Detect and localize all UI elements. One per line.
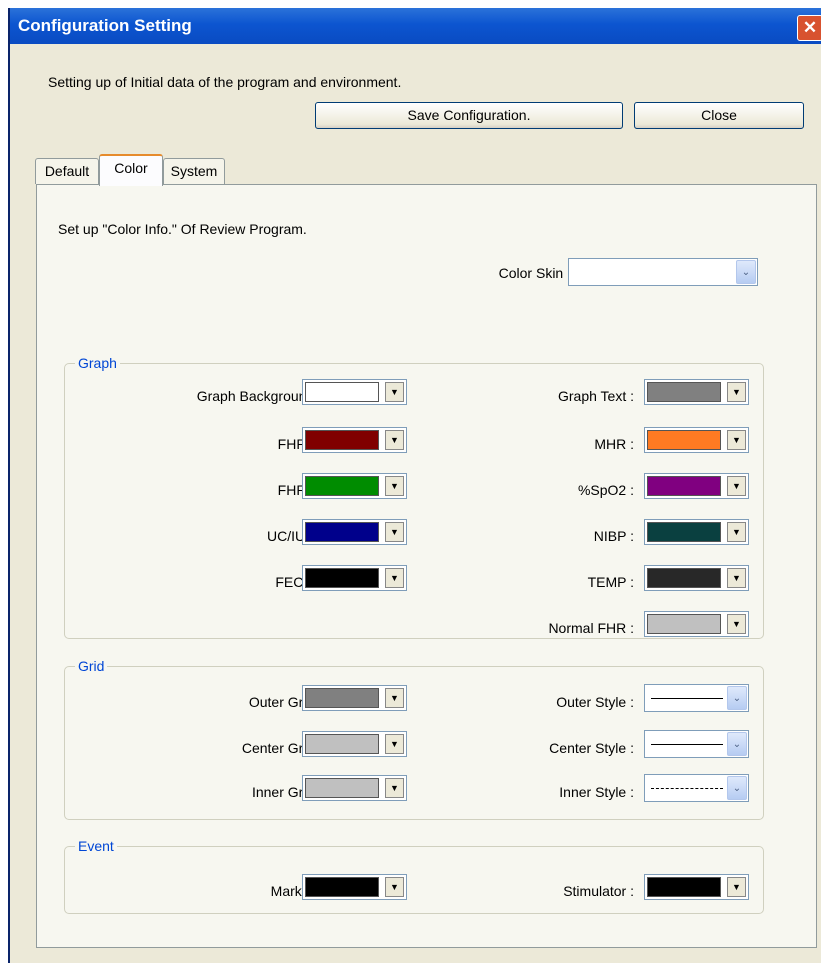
graph-background-color-picker[interactable]: ▼ xyxy=(302,379,407,405)
color-skin-label: Color Skin : xyxy=(498,265,571,281)
center-grid-color-picker[interactable]: ▼ xyxy=(302,731,407,757)
dropdown-arrow-icon[interactable]: ▼ xyxy=(385,382,404,402)
graph-text-swatch xyxy=(647,382,721,402)
inner-grid-swatch xyxy=(305,778,379,798)
title-bar: Configuration Setting ✕ xyxy=(10,8,821,44)
outer-grid-color-picker[interactable]: ▼ xyxy=(302,685,407,711)
nibp-color-picker[interactable]: ▼ xyxy=(644,519,749,545)
center-style-select[interactable]: ⌄ xyxy=(644,730,749,758)
mhr-swatch xyxy=(647,430,721,450)
solid-line-preview xyxy=(651,698,723,699)
inner-style-select[interactable]: ⌄ xyxy=(644,774,749,802)
fecg-swatch xyxy=(305,568,379,588)
stimulator-color-picker[interactable]: ▼ xyxy=(644,874,749,900)
nibp-label: NIBP : xyxy=(593,528,634,544)
fhr2-swatch xyxy=(305,476,379,496)
color-skin-select[interactable]: ⌄ xyxy=(568,258,758,286)
tab-system[interactable]: System xyxy=(163,158,225,184)
inner-style-label: Inner Style : xyxy=(559,784,634,800)
spo2-color-picker[interactable]: ▼ xyxy=(644,473,749,499)
event-group-legend: Event xyxy=(75,838,117,854)
chevron-down-icon[interactable]: ⌄ xyxy=(727,732,747,756)
dropdown-arrow-icon[interactable]: ▼ xyxy=(385,568,404,588)
normal-fhr-label: Normal FHR : xyxy=(548,620,634,636)
window-description: Setting up of Initial data of the progra… xyxy=(48,74,402,90)
normal-fhr-color-picker[interactable]: ▼ xyxy=(644,611,749,637)
stimulator-swatch xyxy=(647,877,721,897)
dropdown-arrow-icon[interactable]: ▼ xyxy=(385,688,404,708)
dropdown-arrow-icon[interactable]: ▼ xyxy=(385,778,404,798)
fhr1-color-picker[interactable]: ▼ xyxy=(302,427,407,453)
uc-iup-swatch xyxy=(305,522,379,542)
outer-style-label: Outer Style : xyxy=(556,694,634,710)
dropdown-arrow-icon[interactable]: ▼ xyxy=(727,877,746,897)
tab-default[interactable]: Default xyxy=(35,158,99,184)
event-group: Event Marker : ▼ Stimulator : ▼ xyxy=(64,838,764,914)
marker-color-picker[interactable]: ▼ xyxy=(302,874,407,900)
center-style-label: Center Style : xyxy=(549,740,634,756)
inner-grid-color-picker[interactable]: ▼ xyxy=(302,775,407,801)
dropdown-arrow-icon[interactable]: ▼ xyxy=(727,476,746,496)
close-button[interactable]: Close xyxy=(634,102,804,129)
dropdown-arrow-icon[interactable]: ▼ xyxy=(385,476,404,496)
temp-swatch xyxy=(647,568,721,588)
temp-color-picker[interactable]: ▼ xyxy=(644,565,749,591)
color-tab-description: Set up "Color Info." Of Review Program. xyxy=(58,221,307,237)
dropdown-arrow-icon[interactable]: ▼ xyxy=(727,614,746,634)
grid-group-legend: Grid xyxy=(75,658,108,674)
dropdown-arrow-icon[interactable]: ▼ xyxy=(385,734,404,754)
fecg-color-picker[interactable]: ▼ xyxy=(302,565,407,591)
dropdown-arrow-icon[interactable]: ▼ xyxy=(385,430,404,450)
dropdown-arrow-icon[interactable]: ▼ xyxy=(385,877,404,897)
graph-text-label: Graph Text : xyxy=(557,388,634,404)
temp-label: TEMP : xyxy=(587,574,634,590)
mhr-label: MHR : xyxy=(594,436,634,452)
graph-group-legend: Graph xyxy=(75,355,120,371)
close-window-icon[interactable]: ✕ xyxy=(797,15,821,41)
save-configuration-button[interactable]: Save Configuration. xyxy=(315,102,623,129)
window-title: Configuration Setting xyxy=(18,16,192,35)
graph-background-swatch xyxy=(305,382,379,402)
uc-iup-color-picker[interactable]: ▼ xyxy=(302,519,407,545)
grid-group: Grid Outer Grid : ▼ Center Grid : ▼ Inne… xyxy=(64,658,764,820)
chevron-down-icon[interactable]: ⌄ xyxy=(727,686,747,710)
dropdown-arrow-icon[interactable]: ▼ xyxy=(727,430,746,450)
dropdown-arrow-icon[interactable]: ▼ xyxy=(385,522,404,542)
spo2-swatch xyxy=(647,476,721,496)
dropdown-arrow-icon[interactable]: ▼ xyxy=(727,522,746,542)
solid-line-preview xyxy=(651,744,723,745)
marker-swatch xyxy=(305,877,379,897)
nibp-swatch xyxy=(647,522,721,542)
chevron-down-icon[interactable]: ⌄ xyxy=(727,776,747,800)
tab-color[interactable]: Color xyxy=(99,154,163,186)
configuration-window: Configuration Setting ✕ Setting up of In… xyxy=(8,8,821,963)
graph-text-color-picker[interactable]: ▼ xyxy=(644,379,749,405)
graph-group: Graph Graph Background : ▼ FHR1 : ▼ FHR2… xyxy=(64,355,764,639)
outer-style-select[interactable]: ⌄ xyxy=(644,684,749,712)
chevron-down-icon[interactable]: ⌄ xyxy=(736,260,756,284)
spo2-label: %SpO2 : xyxy=(577,482,634,498)
normal-fhr-swatch xyxy=(647,614,721,634)
dashed-line-preview xyxy=(651,788,723,789)
dropdown-arrow-icon[interactable]: ▼ xyxy=(727,568,746,588)
color-tab-panel: Set up "Color Info." Of Review Program. … xyxy=(36,184,817,948)
center-grid-swatch xyxy=(305,734,379,754)
dropdown-arrow-icon[interactable]: ▼ xyxy=(727,382,746,402)
fhr1-swatch xyxy=(305,430,379,450)
stimulator-label: Stimulator : xyxy=(563,883,634,899)
fhr2-color-picker[interactable]: ▼ xyxy=(302,473,407,499)
outer-grid-swatch xyxy=(305,688,379,708)
mhr-color-picker[interactable]: ▼ xyxy=(644,427,749,453)
